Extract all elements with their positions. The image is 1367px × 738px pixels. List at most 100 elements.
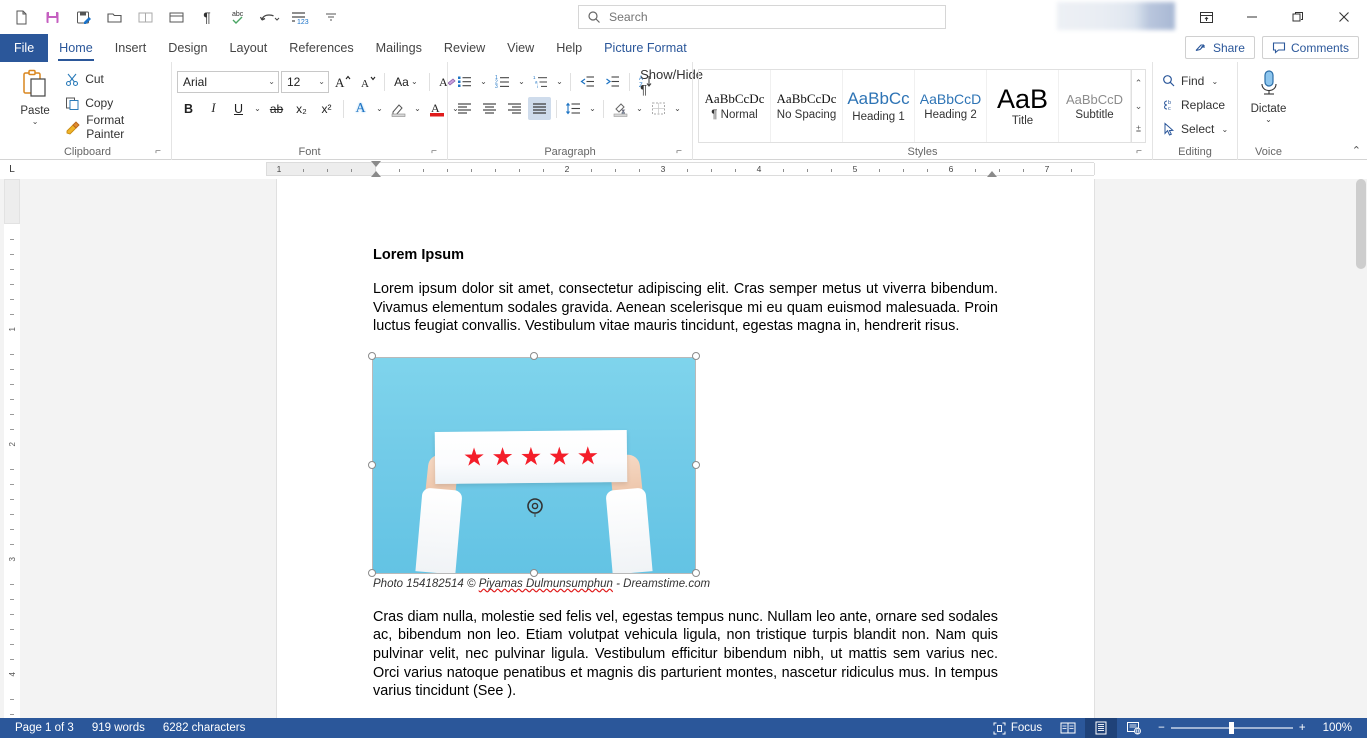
comments-button[interactable]: Comments [1261,36,1359,59]
bullets-button[interactable] [453,70,476,93]
chevron-down-icon[interactable]: ⌄ [554,77,565,86]
close-icon[interactable] [1321,0,1367,34]
undo-icon[interactable] [254,3,284,31]
chevron-down-icon[interactable]: ⌄ [32,118,39,126]
share-button[interactable]: Share [1184,36,1255,59]
italic-button[interactable]: I [202,97,225,120]
zoom-in-button[interactable]: + [1299,722,1306,734]
resize-handle-top-right[interactable] [692,351,700,360]
web-layout-view-button[interactable] [1117,718,1150,738]
customize-qat-icon[interactable] [316,3,346,31]
first-line-indent-marker[interactable] [371,161,381,167]
tab-review[interactable]: Review [433,34,496,62]
tab-picture-format[interactable]: Picture Format [593,34,698,62]
chevron-down-icon[interactable]: ⌄ [478,77,489,86]
decrease-indent-button[interactable] [576,70,599,93]
read-mode-view-button[interactable] [1051,718,1085,738]
align-right-button[interactable] [503,97,526,120]
style-normal[interactable]: AaBbCcDc ¶ Normal [699,70,771,142]
align-left-button[interactable] [453,97,476,120]
paragraph-dialog-launcher[interactable]: ⌐ [673,146,685,158]
ribbon-display-options-icon[interactable] [1183,0,1229,34]
open-folder-icon[interactable] [99,3,129,31]
resize-handle-bottom-right[interactable] [692,568,700,577]
collapse-ribbon-button[interactable]: ⌃ [1352,144,1361,157]
zoom-track[interactable] [1170,722,1293,734]
document-page[interactable]: Lorem Ipsum Lorem ipsum dolor sit amet, … [277,179,1094,718]
print-layout-view-button[interactable] [1085,718,1118,738]
chevron-down-icon[interactable]: ⌄ [318,77,325,86]
find-button[interactable]: Find ⌄ [1158,70,1224,92]
subscript-button[interactable]: x₂ [290,97,313,120]
styles-scroll-up-button[interactable]: ⌃ [1132,72,1145,94]
scrollbar-thumb[interactable] [1356,179,1366,269]
strikethrough-button[interactable]: ab [265,97,288,120]
copy-button[interactable]: Copy [61,92,166,114]
shading-button[interactable] [609,97,632,120]
tab-help[interactable]: Help [545,34,593,62]
grow-font-button[interactable]: A [331,70,354,93]
resize-handle-top-center[interactable] [530,351,538,360]
resize-handle-bottom-left[interactable] [368,568,376,577]
chevron-down-icon[interactable]: ⌄ [409,77,420,86]
replace-button[interactable]: bc Replace [1158,94,1229,116]
save-icon[interactable] [37,3,67,31]
style-no-spacing[interactable]: AaBbCcDc No Spacing [771,70,843,142]
tab-home[interactable]: Home [48,34,104,62]
tab-file[interactable]: File [0,34,49,62]
style-heading-2[interactable]: AaBbCcD Heading 2 [915,70,987,142]
pilcrow-icon[interactable]: ¶ [192,3,222,31]
underline-dropdown-icon[interactable]: ⌄ [252,104,263,113]
numbering-icon[interactable]: 123 [285,3,315,31]
new-document-icon[interactable] [6,3,36,31]
borders-button[interactable] [647,97,670,120]
styles-scroll-down-button[interactable]: ⌄ [1132,95,1145,117]
chevron-down-icon[interactable]: ⌄ [634,104,645,113]
resize-handle-middle-right[interactable] [692,460,700,469]
line-spacing-button[interactable] [562,97,585,120]
justify-button[interactable] [528,97,551,120]
increase-indent-button[interactable] [601,70,624,93]
page-indicator[interactable]: Page 1 of 3 [6,718,83,738]
search-input[interactable] [609,10,937,24]
style-subtitle[interactable]: AaBbCcD Subtitle [1059,70,1131,142]
multilevel-list-button[interactable]: 1ai [529,70,552,93]
chevron-down-icon[interactable]: ⌄ [516,77,527,86]
dictate-button[interactable]: Dictate ⌄ [1243,66,1294,124]
resize-handle-bottom-center[interactable] [530,568,538,577]
tab-view[interactable]: View [496,34,545,62]
superscript-button[interactable]: x² [315,97,338,120]
text-highlight-button[interactable] [387,97,410,120]
select-button[interactable]: Select ⌄ [1158,118,1234,140]
vertical-ruler[interactable]: 1 2 3 4 [4,179,20,718]
chevron-down-icon[interactable]: ⌄ [1219,125,1230,134]
tab-insert[interactable]: Insert [104,34,158,62]
tab-stop-selector[interactable]: L [0,160,24,178]
image-container[interactable]: ★ ★ ★ ★ ★ [368,351,700,577]
left-indent-marker[interactable] [371,171,381,177]
underline-button[interactable]: U [227,97,250,120]
show-formatting-marks-button[interactable]: Show/Hide ¶ [640,67,703,97]
font-family-combobox[interactable]: Arial ⌄ [177,70,279,93]
style-title[interactable]: AaB Title [987,70,1059,142]
print-layout-icon[interactable] [161,3,191,31]
right-indent-marker[interactable] [987,171,997,177]
bold-button[interactable]: B [177,97,200,120]
read-mode-icon[interactable] [130,3,160,31]
vertical-scrollbar[interactable] [1355,179,1367,718]
change-case-button[interactable]: Aa ⌄ [390,70,424,93]
tab-references[interactable]: References [278,34,364,62]
styles-more-button[interactable]: ⩲ [1132,118,1145,140]
word-count[interactable]: 919 words [83,718,154,738]
font-dialog-launcher[interactable]: ⌐ [428,146,440,158]
search-box[interactable] [578,5,946,29]
zoom-thumb[interactable] [1228,722,1234,734]
align-center-button[interactable] [478,97,501,120]
minimize-icon[interactable] [1229,0,1275,34]
chevron-down-icon[interactable]: ⌄ [374,104,385,113]
zoom-level[interactable]: 100% [1314,718,1361,738]
chevron-down-icon[interactable]: ⌄ [587,104,598,113]
zoom-out-button[interactable]: − [1158,722,1165,734]
chevron-down-icon[interactable]: ⌄ [672,104,683,113]
tab-layout[interactable]: Layout [218,34,278,62]
